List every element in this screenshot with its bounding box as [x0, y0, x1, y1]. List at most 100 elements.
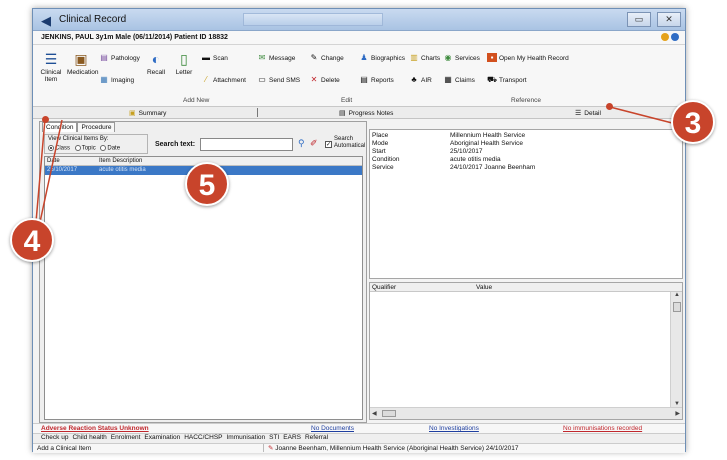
- scroll-right-icon[interactable]: ▶: [675, 410, 680, 417]
- quicktab-check-up[interactable]: Check up: [41, 434, 68, 441]
- close-button[interactable]: ✕: [657, 12, 681, 27]
- clinical-item-button[interactable]: ☰ Clinical Item: [37, 51, 65, 83]
- delete-button[interactable]: ✕ Delete: [309, 75, 340, 84]
- send-sms-label: Send SMS: [269, 77, 301, 84]
- horizontal-scroll-thumb[interactable]: [382, 410, 396, 417]
- tab-condition[interactable]: Condition: [42, 122, 78, 132]
- attachment-button[interactable]: ⁄ Attachment: [201, 75, 246, 84]
- add-clinical-item-status: Add a Clinical Item: [37, 445, 92, 452]
- quicktab-child-health[interactable]: Child health: [72, 434, 106, 441]
- vertical-scroll-thumb[interactable]: [673, 302, 681, 312]
- scroll-up-icon[interactable]: ▲: [674, 292, 680, 298]
- tab-progress-notes[interactable]: ▤ Progress Notes: [339, 109, 393, 117]
- detail-key: Condition: [372, 156, 400, 163]
- reports-button[interactable]: ▤ Reports: [359, 75, 394, 84]
- radio-date[interactable]: [100, 145, 107, 151]
- delete-label: Delete: [321, 77, 340, 84]
- restore-button[interactable]: ▭: [627, 12, 651, 27]
- column-header-qualifier[interactable]: Qualifier: [372, 284, 396, 291]
- biographics-button[interactable]: ♟ Biographics: [359, 53, 405, 62]
- radio-date-label: Date: [107, 145, 121, 152]
- services-label: Services: [455, 55, 480, 62]
- horizontal-scrollbar[interactable]: ◀ ▶: [370, 407, 682, 419]
- imaging-button[interactable]: ▦ Imaging: [99, 75, 134, 84]
- column-header-date[interactable]: Date: [47, 158, 60, 164]
- clear-search-icon[interactable]: ✐: [310, 138, 318, 149]
- recall-button[interactable]: ◐ Recall: [143, 51, 169, 76]
- change-button[interactable]: ✎ Change: [309, 53, 344, 62]
- services-button[interactable]: ◉ Services: [443, 53, 480, 62]
- ribbon-toolbar: ☰ Clinical Item ▣ Medication ▤ Pathology …: [33, 45, 685, 107]
- scan-button[interactable]: ▬ Scan: [201, 53, 228, 62]
- air-icon: ♣: [411, 75, 417, 84]
- search-automatically-checkbox[interactable]: ✓: [325, 141, 332, 148]
- attachment-label: Attachment: [213, 77, 246, 84]
- quicktab-hacc-chsp[interactable]: HACC/CHSP: [184, 434, 222, 441]
- quicktab-sti[interactable]: STI: [269, 434, 279, 441]
- charts-button[interactable]: ▥ Charts: [409, 53, 440, 62]
- medication-button[interactable]: ▣ Medication: [67, 51, 98, 76]
- search-icon[interactable]: ⚲: [298, 138, 305, 149]
- radio-class[interactable]: [48, 145, 54, 151]
- scan-label: Scan: [213, 55, 228, 62]
- quicktab-referral[interactable]: Referral: [305, 434, 328, 441]
- quicktab-ears[interactable]: EARS: [283, 434, 301, 441]
- documents-link[interactable]: No Documents: [311, 425, 354, 432]
- detail-value: acute otitis media: [450, 156, 501, 163]
- detail-key: Start: [372, 148, 386, 155]
- search-input[interactable]: [200, 138, 293, 151]
- vertical-scrollbar[interactable]: ▲ ▼: [670, 292, 682, 407]
- callout-4-marker: [42, 116, 49, 123]
- transport-button[interactable]: ⛟ Transport: [487, 75, 527, 85]
- group-label-edit: Edit: [341, 97, 353, 104]
- scroll-left-icon[interactable]: ◀: [372, 410, 377, 417]
- detail-row-place: Place Millennium Health Service: [372, 132, 525, 139]
- clinical-item-label: Clinical Item: [40, 69, 62, 83]
- letter-button[interactable]: ▯ Letter: [171, 51, 197, 76]
- detail-row-condition: Condition acute otitis media: [372, 156, 501, 163]
- qualifier-table: Qualifier Value ▲ ▼ ◀ ▶: [369, 282, 683, 420]
- edit-icon: ✎: [310, 53, 318, 62]
- open-my-health-record-label: Open My Health Record: [499, 55, 569, 62]
- app-logo-icon: ◀: [41, 13, 51, 28]
- column-header-item-description[interactable]: Item Description: [99, 158, 142, 164]
- group-label-add-new: Add New: [183, 97, 210, 104]
- pathology-button[interactable]: ▤ Pathology: [99, 53, 140, 62]
- tab-procedure[interactable]: Procedure: [77, 122, 116, 132]
- header-icons: [659, 33, 679, 43]
- open-my-health-record-button[interactable]: ▪ Open My Health Record: [487, 53, 569, 62]
- column-header-value[interactable]: Value: [476, 284, 492, 291]
- services-icon: ◉: [444, 53, 452, 62]
- patient-header: JENKINS, PAUL 3y1m Male (06/11/2014) Pat…: [33, 31, 685, 45]
- message-button[interactable]: ✉ Message: [257, 53, 296, 62]
- investigations-link[interactable]: No Investigations: [429, 425, 479, 432]
- view-by-group: View Clinical Items By: Class Topic Date: [44, 134, 148, 154]
- warning-icon[interactable]: [661, 33, 669, 41]
- detail-row-mode: Mode Aboriginal Health Service: [372, 140, 523, 147]
- quick-template-tabs: Check up Child health Enrolment Examination…: [33, 433, 685, 443]
- imaging-label: Imaging: [111, 77, 135, 84]
- scanner-icon: ▬: [202, 53, 210, 62]
- summary-icon: ▣: [129, 110, 136, 117]
- callout-5: 5: [185, 162, 229, 206]
- quicktab-examination[interactable]: Examination: [144, 434, 180, 441]
- help-icon[interactable]: [671, 33, 679, 41]
- air-button[interactable]: ♣ AIR: [409, 75, 431, 84]
- paperclip-icon: ⁄: [205, 75, 207, 84]
- view-by-options: Class Topic Date: [48, 145, 120, 152]
- send-sms-button[interactable]: ▭ Send SMS: [257, 75, 300, 84]
- tab-summary[interactable]: ▣ Summary: [129, 109, 166, 117]
- claims-button[interactable]: ▦ Claims: [443, 75, 475, 84]
- view-by-label: View Clinical Items By:: [48, 136, 109, 142]
- recall-icon: ◐: [151, 51, 161, 67]
- tab-detail[interactable]: ☰ Detail: [575, 109, 601, 117]
- reports-label: Reports: [371, 77, 394, 84]
- quicktab-immunisation[interactable]: Immunisation: [227, 434, 266, 441]
- adverse-reaction-link[interactable]: Adverse Reaction Status Unknown: [41, 425, 149, 432]
- quicktab-enrolment[interactable]: Enrolment: [111, 434, 141, 441]
- immunisations-link[interactable]: No immunisations recorded: [563, 425, 642, 432]
- radio-topic[interactable]: [74, 145, 81, 151]
- background-window-tab[interactable]: [243, 13, 383, 26]
- pathology-label: Pathology: [111, 55, 140, 62]
- detail-row-service: Service 24/10/2017 Joanne Beenham: [372, 164, 535, 171]
